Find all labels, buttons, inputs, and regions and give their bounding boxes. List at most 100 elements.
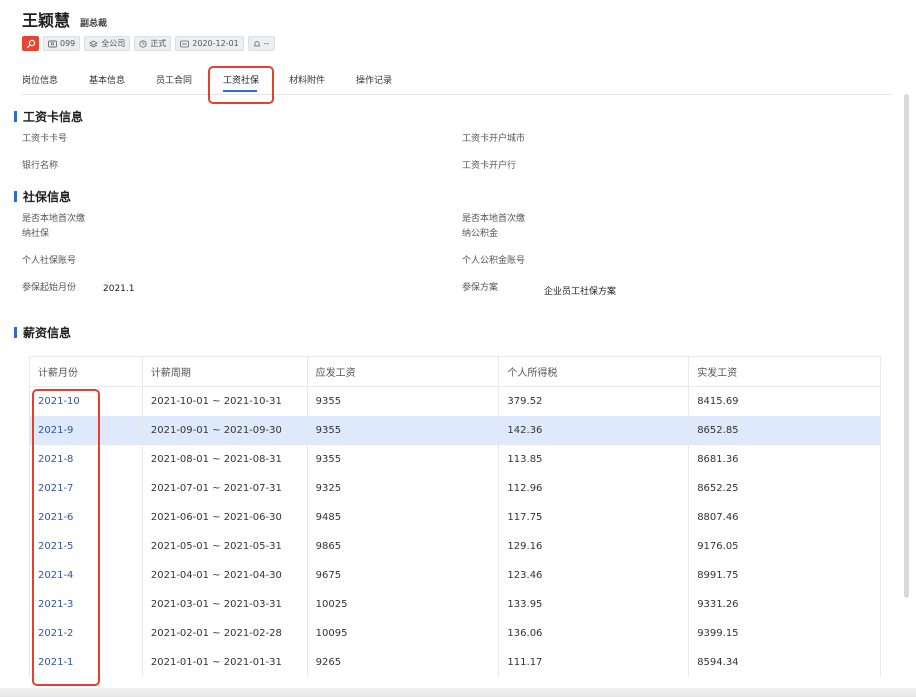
salary-period-cell: 2021-01-01 ~ 2021-01-31 bbox=[142, 648, 308, 677]
employee-number-tag: 099 bbox=[43, 36, 81, 51]
tab-operation-log[interactable]: 操作记录 bbox=[356, 73, 392, 86]
clock-icon bbox=[139, 39, 147, 48]
tab-bar: 岗位信息 基本信息 员工合同 工资社保 材料附件 操作记录 bbox=[22, 64, 893, 95]
table-row[interactable]: 2021-9 2021-09-01 ~ 2021-09-30 9355 142.36 8… bbox=[29, 416, 881, 445]
employee-name: 王颖慧 bbox=[22, 11, 71, 30]
gross-salary-cell: 9675 bbox=[307, 561, 500, 590]
tab-basic-info[interactable]: 基本信息 bbox=[89, 73, 125, 86]
salary-month-cell: 2021-4 bbox=[29, 561, 143, 590]
net-salary-cell: 8807.46 bbox=[688, 503, 881, 532]
gross-salary-cell: 9325 bbox=[307, 474, 500, 503]
salary-month-link[interactable]: 2021-10 bbox=[38, 396, 80, 407]
gross-salary-cell: 10095 bbox=[307, 619, 500, 648]
card-number-label: 工资卡卡号 bbox=[22, 134, 68, 144]
net-salary-cell: 8652.25 bbox=[688, 474, 881, 503]
salary-month-link[interactable]: 2021-8 bbox=[38, 454, 73, 465]
bottom-edge bbox=[0, 688, 916, 697]
table-row[interactable]: 2021-2 2021-02-01 ~ 2021-02-28 10095 136.06… bbox=[29, 619, 881, 648]
tab-contract[interactable]: 员工合同 bbox=[156, 73, 192, 86]
salary-period-cell: 2021-06-01 ~ 2021-06-30 bbox=[142, 503, 308, 532]
table-row[interactable]: 2021-7 2021-07-01 ~ 2021-07-31 9325 112.96 8… bbox=[29, 474, 881, 503]
salary-period-cell: 2021-09-01 ~ 2021-09-30 bbox=[142, 416, 308, 445]
table-row[interactable]: 2021-6 2021-06-01 ~ 2021-06-30 9485 117.75 8… bbox=[29, 503, 881, 532]
salary-month-link[interactable]: 2021-6 bbox=[38, 512, 73, 523]
salary-month-cell: 2021-5 bbox=[29, 532, 143, 561]
table-row[interactable]: 2021-5 2021-05-01 ~ 2021-05-31 9865 129.16 9… bbox=[29, 532, 881, 561]
salary-month-link[interactable]: 2021-7 bbox=[38, 483, 73, 494]
employee-number: 099 bbox=[60, 39, 76, 48]
salary-month-link[interactable]: 2021-4 bbox=[38, 570, 73, 581]
key-icon[interactable] bbox=[22, 36, 39, 51]
vertical-scrollbar[interactable] bbox=[904, 94, 909, 598]
income-tax-cell: 112.96 bbox=[498, 474, 690, 503]
fund-account-label: 个人公积金账号 bbox=[462, 256, 526, 266]
card-icon bbox=[180, 40, 190, 47]
gross-salary-cell: 10025 bbox=[307, 590, 500, 619]
hire-date: 2020-12-01 bbox=[192, 39, 239, 48]
gross-salary-cell: 9265 bbox=[307, 648, 500, 677]
income-tax-cell: 111.17 bbox=[498, 648, 690, 677]
net-salary-cell: 8681.36 bbox=[688, 445, 881, 474]
table-header-row: 计薪月份 计薪周期 应发工资 个人所得税 实发工资 bbox=[29, 356, 881, 387]
salary-month-cell: 2021-8 bbox=[29, 445, 143, 474]
salary-month-link[interactable]: 2021-1 bbox=[38, 657, 73, 668]
salary-month-link[interactable]: 2021-5 bbox=[38, 541, 73, 552]
salary-period-cell: 2021-08-01 ~ 2021-08-31 bbox=[142, 445, 308, 474]
column-header-tax: 个人所得税 bbox=[498, 356, 690, 387]
start-month-value: 2021.1 bbox=[103, 284, 135, 294]
employment-status: 正式 bbox=[150, 39, 167, 48]
section-salary-card-title: 工资卡信息 bbox=[23, 110, 84, 124]
plan-label: 参保方案 bbox=[462, 283, 499, 293]
salary-month-cell: 2021-6 bbox=[29, 503, 143, 532]
start-month-label: 参保起始月份 bbox=[22, 283, 77, 293]
department-tag: 全公司 bbox=[84, 36, 131, 51]
income-tax-cell: 113.85 bbox=[498, 445, 690, 474]
gross-salary-cell: 9355 bbox=[307, 445, 500, 474]
salary-period-cell: 2021-03-01 ~ 2021-03-31 bbox=[142, 590, 308, 619]
gross-salary-cell: 9355 bbox=[307, 386, 500, 416]
employee-header: 王颖慧 副总裁 099 全公司 正式 2020-12-01 -- bbox=[22, 7, 275, 51]
table-row[interactable]: 2021-1 2021-01-01 ~ 2021-01-31 9265 111.17 8… bbox=[29, 648, 881, 677]
column-header-gross: 应发工资 bbox=[307, 356, 500, 387]
extra-value: -- bbox=[263, 39, 270, 48]
table-row[interactable]: 2021-3 2021-03-01 ~ 2021-03-31 10025 133.95… bbox=[29, 590, 881, 619]
gross-salary-cell: 9355 bbox=[307, 416, 500, 445]
salary-period-cell: 2021-04-01 ~ 2021-04-30 bbox=[142, 561, 308, 590]
table-row[interactable]: 2021-4 2021-04-01 ~ 2021-04-30 9675 123.46 8… bbox=[29, 561, 881, 590]
department-name: 全公司 bbox=[101, 39, 126, 48]
section-salary: 薪资信息 bbox=[14, 324, 71, 341]
salary-table: 计薪月份 计薪周期 应发工资 个人所得税 实发工资 2021-10 2021-10… bbox=[29, 356, 881, 677]
column-header-period: 计薪周期 bbox=[142, 356, 308, 387]
net-salary-cell: 9399.15 bbox=[688, 619, 881, 648]
tab-salary-social[interactable]: 工资社保 bbox=[223, 73, 259, 86]
net-salary-cell: 8652.85 bbox=[688, 416, 881, 445]
table-row[interactable]: 2021-8 2021-08-01 ~ 2021-08-31 9355 113.85 8… bbox=[29, 445, 881, 474]
table-row[interactable]: 2021-10 2021-10-01 ~ 2021-10-31 9355 379.52… bbox=[29, 386, 881, 416]
card-city-label: 工资卡开户城市 bbox=[462, 134, 526, 144]
income-tax-cell: 123.46 bbox=[498, 561, 690, 590]
salary-period-cell: 2021-02-01 ~ 2021-02-28 bbox=[142, 619, 308, 648]
net-salary-cell: 8991.75 bbox=[688, 561, 881, 590]
tab-attachments[interactable]: 材料附件 bbox=[289, 73, 325, 86]
income-tax-cell: 136.06 bbox=[498, 619, 690, 648]
tab-position-info[interactable]: 岗位信息 bbox=[22, 73, 58, 86]
column-header-month: 计薪月份 bbox=[29, 356, 143, 387]
salary-month-link[interactable]: 2021-2 bbox=[38, 628, 73, 639]
plan-value: 企业员工社保方案 bbox=[544, 287, 617, 297]
salary-month-cell: 2021-3 bbox=[29, 590, 143, 619]
first-fund-label-line2: 纳公积金 bbox=[462, 229, 499, 239]
bank-name-label: 银行名称 bbox=[22, 161, 59, 171]
section-social-title: 社保信息 bbox=[23, 190, 72, 204]
active-tab-indicator bbox=[223, 90, 257, 92]
card-branch-label: 工资卡开户行 bbox=[462, 161, 517, 171]
salary-period-cell: 2021-05-01 ~ 2021-05-31 bbox=[142, 532, 308, 561]
column-header-net: 实发工资 bbox=[688, 356, 881, 387]
employee-title: 副总裁 bbox=[80, 19, 108, 29]
hire-date-tag: 2020-12-01 bbox=[175, 36, 244, 51]
salary-month-link[interactable]: 2021-3 bbox=[38, 599, 73, 610]
section-salary-title: 薪资信息 bbox=[23, 326, 72, 340]
net-salary-cell: 8594.34 bbox=[688, 648, 881, 677]
first-fund-label-line1: 是否本地首次缴 bbox=[462, 214, 526, 224]
net-salary-cell: 9176.05 bbox=[688, 532, 881, 561]
salary-month-link[interactable]: 2021-9 bbox=[38, 425, 73, 436]
